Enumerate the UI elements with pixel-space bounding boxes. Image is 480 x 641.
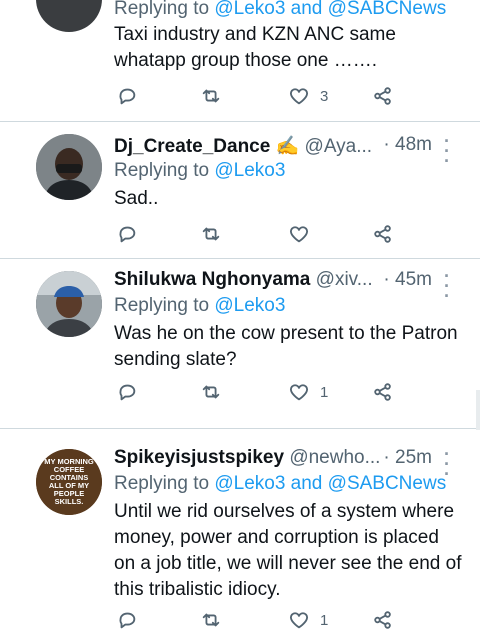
retweet-icon [202,385,220,399]
display-name[interactable]: Shilukwa Nghonyama [114,269,310,290]
reply-icon [119,88,136,105]
like-button[interactable]: 1 [288,380,328,404]
like-count: 3 [320,87,329,105]
retweet-icon [202,227,220,241]
user-handle[interactable]: @newho... [289,447,380,468]
heart-icon [289,226,309,243]
share-icon [374,611,391,629]
mention-link[interactable]: @Leko3 and @SABCNews [214,473,446,494]
reply-button[interactable] [116,608,138,632]
tweet[interactable]: MY MORNING COFFEE CONTAINS ALL OF MY PEO… [0,429,480,641]
share-button[interactable] [372,608,394,632]
share-button[interactable] [372,380,394,404]
scrollbar[interactable] [476,390,480,430]
like-count: 1 [320,611,329,629]
mention-link[interactable]: @Leko3 [214,160,285,181]
replying-to-label: Replying to [114,160,215,181]
tweet[interactable]: Replying to @Leko3 and @SABCNews Taxi in… [0,0,480,120]
retweet-button[interactable] [200,380,222,404]
share-button[interactable] [372,222,394,246]
reply-icon [119,226,136,243]
avatar[interactable] [36,271,102,337]
avatar-text: MY MORNING COFFEE CONTAINS ALL OF MY PEO… [36,449,102,515]
tweet[interactable]: Dj_Create_Dance ✍ @Aya... · 48m · · · Repl… [0,122,480,258]
mention-link[interactable]: @Leko3 [214,295,285,316]
tweet-header: Shilukwa Nghonyama @xiv... · 45m · · · [114,267,462,305]
reply-icon [119,384,136,401]
tweet-text: Until we rid ourselves of a system where… [114,501,462,600]
retweet-button[interactable] [200,222,222,246]
heart-icon [289,88,309,105]
heart-icon [289,384,309,401]
tweet-actions: 1 [112,380,402,406]
replying-to-label: Replying to [114,295,215,316]
timestamp[interactable]: · 45m [383,269,432,291]
retweet-button[interactable] [200,608,222,632]
user-handle[interactable]: @xiv... [316,269,373,290]
like-button[interactable]: 3 [288,84,328,108]
tweet-actions: 1 [112,608,402,634]
tweet-actions [112,222,402,248]
mention-link[interactable]: @Leko3 and @SABCNews [214,0,446,19]
avatar[interactable] [36,0,102,32]
retweet-icon [202,89,220,103]
like-button[interactable] [288,222,310,246]
display-name[interactable]: Spikeyisjustspikey [114,447,284,468]
replying-to-label: Replying to [114,473,215,494]
like-button[interactable]: 1 [288,608,328,632]
timestamp[interactable]: · 48m [383,134,432,156]
avatar[interactable]: MY MORNING COFFEE CONTAINS ALL OF MY PEO… [36,449,102,515]
retweet-button[interactable] [200,84,222,108]
share-icon [374,87,391,105]
more-icon[interactable]: · · · [444,267,450,305]
user-handle[interactable]: @Aya... [305,136,373,157]
replying-to: Replying to @Leko3 and @SABCNews [114,473,446,495]
replying-to-label: Replying to [114,0,215,19]
tweet-text: Taxi industry and KZN ANC same whatapp g… [114,24,396,71]
more-icon[interactable]: · · · [444,132,450,170]
avatar[interactable] [36,134,102,200]
avatar-photo [36,134,102,200]
timestamp[interactable]: · 25m [383,447,432,469]
retweet-icon [202,613,220,627]
share-icon [374,225,391,243]
share-button[interactable] [372,84,394,108]
avatar-photo [36,271,102,337]
replying-to: Replying to @Leko3 [114,160,285,182]
tweet-header: Spikeyisjustspikey @newho... · 25m · · · [114,445,462,483]
tweet-header: Dj_Create_Dance ✍ @Aya... · 48m · · · [114,132,462,170]
like-count: 1 [320,383,329,401]
tweet-actions: 3 [112,84,402,110]
heart-icon [289,612,309,629]
replying-to: Replying to @Leko3 and @SABCNews [114,0,446,20]
tweet-text: Was he on the cow present to the Patron … [114,323,458,370]
share-icon [374,383,391,401]
tweet[interactable]: Shilukwa Nghonyama @xiv... · 45m · · · Rep… [0,259,480,419]
replying-to: Replying to @Leko3 [114,295,285,317]
reply-button[interactable] [116,84,138,108]
reply-icon [119,612,136,629]
reply-button[interactable] [116,380,138,404]
tweet-text: Sad.. [114,188,159,209]
display-name[interactable]: Dj_Create_Dance ✍ [114,136,299,157]
reply-button[interactable] [116,222,138,246]
